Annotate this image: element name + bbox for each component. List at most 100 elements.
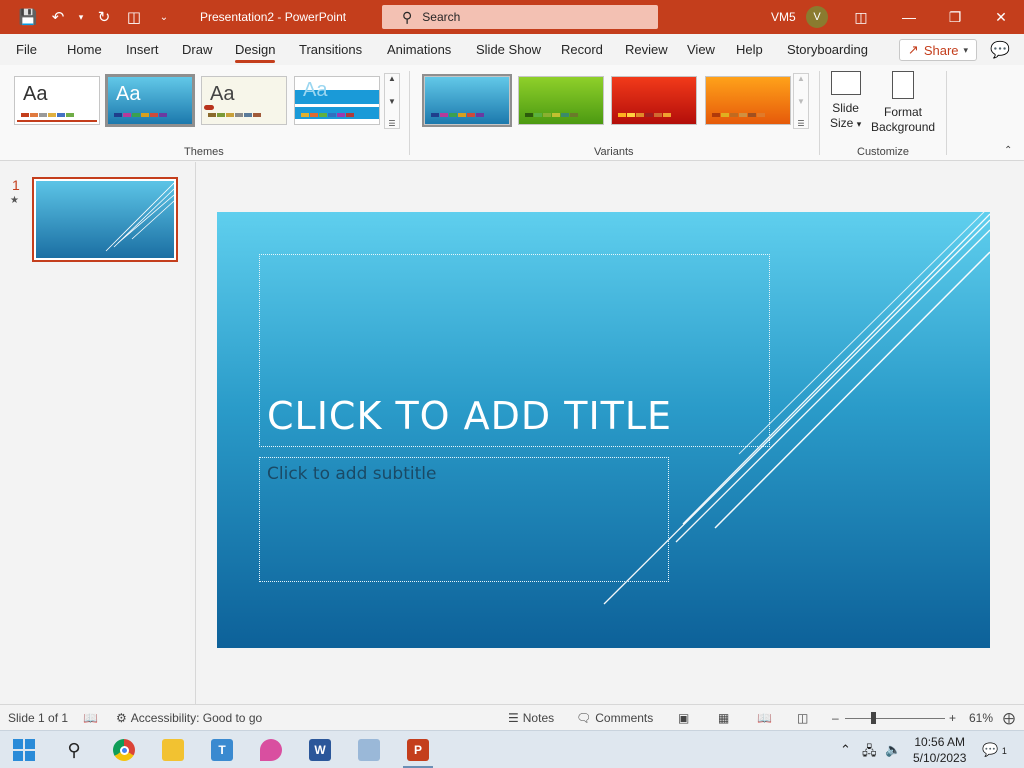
undo-icon[interactable]: ↶: [46, 5, 70, 29]
variant-swatches: [618, 113, 671, 117]
chevron-up-icon[interactable]: ▲: [797, 74, 805, 83]
share-button[interactable]: ↗ Share ▾: [899, 39, 977, 61]
themes-gallery-scroll[interactable]: ▲ ▼ ☰: [384, 73, 400, 129]
word-icon[interactable]: W: [296, 731, 344, 768]
present-icon[interactable]: ◫: [122, 5, 146, 29]
themes-group-label: Themes: [184, 146, 224, 158]
subtitle-placeholder-text: Click to add subtitle: [267, 464, 437, 484]
tab-file[interactable]: File: [16, 42, 37, 57]
slide-editor: CLICK TO ADD TITLE Click to add subtitle: [197, 162, 1024, 704]
chevron-down-icon[interactable]: ▼: [797, 97, 805, 106]
tab-slide-show[interactable]: Slide Show: [476, 42, 541, 57]
tab-animations[interactable]: Animations: [387, 42, 451, 57]
theme-ion[interactable]: Aa: [105, 74, 195, 127]
slide-size-icon: [830, 71, 861, 95]
search-icon: ⚲: [402, 8, 413, 25]
tab-view[interactable]: View: [687, 42, 715, 57]
more-icon[interactable]: ☰: [388, 119, 395, 128]
customize-qat-icon[interactable]: ⌄: [152, 5, 176, 29]
notifications-button[interactable]: 💬 1: [982, 742, 1007, 758]
variant-orange[interactable]: [705, 76, 791, 125]
variant-blue[interactable]: [422, 74, 512, 127]
chevron-down-icon: ▾: [963, 44, 969, 55]
format-background-label-2: Background: [871, 120, 936, 134]
tab-home[interactable]: Home: [67, 42, 102, 57]
comments-icon[interactable]: 💬: [990, 40, 1010, 60]
save-icon[interactable]: 💾: [16, 5, 40, 29]
tab-record[interactable]: Record: [561, 42, 603, 57]
network-icon[interactable]: 🖧: [862, 742, 877, 764]
zoom-out-icon[interactable]: –: [832, 711, 839, 725]
volume-icon[interactable]: 🔈: [885, 742, 901, 758]
format-background-button[interactable]: Format Background: [871, 71, 935, 135]
fit-to-window-icon[interactable]: ⨁: [1003, 711, 1015, 725]
theme-organic[interactable]: Aa: [201, 76, 287, 125]
collapse-ribbon-icon[interactable]: ⌃: [1004, 145, 1012, 156]
slide-size-button[interactable]: Slide Size ▾: [830, 71, 861, 132]
variant-swatches: [712, 113, 765, 117]
normal-view-icon[interactable]: ▣: [678, 711, 689, 725]
search-taskbar-icon[interactable]: ⚲: [50, 731, 98, 768]
title-bar: 💾 ↶ ▾ ↻ ◫ ⌄ Presentation2 - PowerPoint ⚲…: [0, 0, 1024, 34]
transition-star-icon: ★: [10, 195, 19, 206]
user-name[interactable]: VM5: [771, 10, 796, 24]
avatar[interactable]: V: [806, 6, 828, 28]
file-explorer-icon[interactable]: [149, 731, 197, 768]
more-icon[interactable]: ☰: [797, 119, 804, 128]
undo-dropdown-icon[interactable]: ▾: [76, 5, 86, 29]
chevron-down-icon[interactable]: ▼: [388, 97, 396, 106]
variants-gallery-scroll[interactable]: ▲ ▼ ☰: [793, 73, 809, 129]
reading-view-icon[interactable]: 📖: [757, 711, 772, 725]
chrome-icon[interactable]: [100, 731, 148, 768]
variant-red[interactable]: [611, 76, 697, 125]
subtitle-placeholder[interactable]: Click to add subtitle: [259, 457, 669, 582]
tab-design[interactable]: Design: [235, 42, 276, 63]
ribbon-tabs: File Home Insert Draw Design Transitions…: [0, 34, 1024, 65]
tab-draw[interactable]: Draw: [182, 42, 212, 57]
format-background-label-1: Format: [884, 105, 923, 119]
theme-sample-text: Aa: [116, 83, 141, 105]
design-ribbon: Aa Aa Aa Aa ▲ ▼ ☰ Themes ▲ ▼ ☰ Variants …: [0, 65, 1024, 161]
restore-icon[interactable]: ❐: [932, 0, 978, 34]
start-button[interactable]: [0, 731, 48, 768]
thumbnail-lines: [105, 182, 174, 252]
comments-button[interactable]: 🗨 Comments: [576, 711, 653, 725]
slide-show-icon[interactable]: ◫: [797, 711, 808, 725]
slide-thumbnail[interactable]: [32, 177, 178, 262]
zoom-level[interactable]: 61%: [969, 711, 993, 725]
tab-insert[interactable]: Insert: [126, 42, 159, 57]
theme-office[interactable]: Aa: [14, 76, 100, 125]
notification-count: 1: [1001, 746, 1007, 756]
accessibility-label: Accessibility: Good to go: [130, 711, 263, 725]
system-clock[interactable]: 10:56 AM 5/10/2023: [913, 734, 966, 766]
paint-icon[interactable]: [345, 731, 393, 768]
theme-retrospect[interactable]: Aa: [294, 76, 380, 125]
zoom-slider[interactable]: [845, 718, 945, 719]
tab-help[interactable]: Help: [736, 42, 763, 57]
theme-swatches: [21, 113, 74, 117]
tab-storyboarding[interactable]: Storyboarding: [787, 42, 868, 57]
notes-button[interactable]: ☰ Notes: [508, 711, 554, 725]
powerpoint-icon[interactable]: P: [394, 731, 442, 768]
tab-review[interactable]: Review: [625, 42, 668, 57]
group-separator: [819, 71, 820, 155]
chevron-up-icon[interactable]: ▲: [388, 74, 396, 83]
slide-sorter-icon[interactable]: ▦: [718, 711, 729, 725]
tab-transitions[interactable]: Transitions: [299, 42, 362, 57]
spelling-icon[interactable]: 📖: [83, 711, 98, 725]
title-placeholder[interactable]: CLICK TO ADD TITLE: [259, 254, 770, 447]
zoom-slider-thumb[interactable]: [871, 712, 876, 724]
minimize-icon[interactable]: —: [886, 0, 932, 34]
search-input[interactable]: ⚲ Search: [382, 5, 658, 29]
zoom-in-icon[interactable]: +: [949, 711, 956, 725]
group-separator: [946, 71, 947, 155]
teams-icon[interactable]: T: [198, 731, 246, 768]
close-icon[interactable]: ✕: [978, 0, 1024, 34]
variant-green[interactable]: [518, 76, 604, 125]
redo-icon[interactable]: ↻: [92, 5, 116, 29]
maps-icon[interactable]: [247, 731, 295, 768]
ribbon-display-options-icon[interactable]: ◫: [838, 0, 884, 34]
accessibility-button[interactable]: ⚙ Accessibility: Good to go: [116, 711, 262, 725]
show-hidden-icons[interactable]: ⌃: [840, 742, 851, 758]
slide-canvas[interactable]: CLICK TO ADD TITLE Click to add subtitle: [217, 212, 990, 648]
